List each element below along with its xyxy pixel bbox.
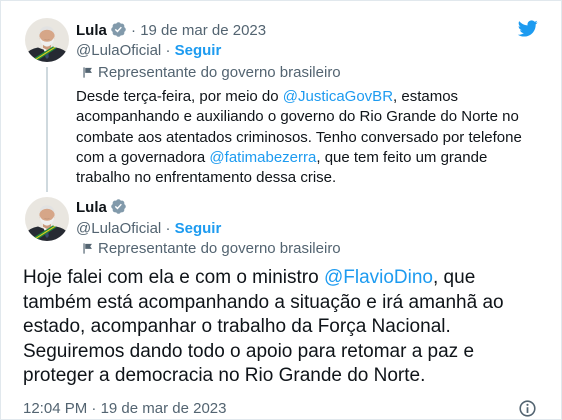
info-shape xyxy=(520,401,535,416)
verified-badge-shape xyxy=(111,22,126,37)
text-segment: , que tem feito um grande xyxy=(316,148,488,166)
tweet-text: Desde terça-feira, por meio do @JusticaG… xyxy=(76,87,522,188)
tweet-text-line: proteger a democracia no Rio Grande do N… xyxy=(23,365,426,386)
author-name[interactable]: Lula xyxy=(76,22,107,39)
text-segment: Hoje falei com ela e com o ministro xyxy=(23,267,324,288)
tweet-time[interactable]: 12:04 PM xyxy=(23,400,87,417)
tweet-embed-card: Lula · 19 de mar de 2023 @LulaOficial · … xyxy=(0,0,562,420)
tweet-text: Hoje falei com ela e com o ministro @Fla… xyxy=(23,266,504,389)
text-segment: com a governadora xyxy=(76,148,210,166)
separator: · xyxy=(165,220,171,237)
affiliation-label: Representante do governo brasileiro xyxy=(98,240,341,257)
twitter-bird-icon[interactable] xyxy=(515,18,540,39)
handle-row: @LulaOficial · Seguir xyxy=(76,219,221,239)
mention-link[interactable]: @JusticaGovBR xyxy=(283,88,393,105)
flag-shape xyxy=(83,243,92,253)
follow-button[interactable]: Seguir xyxy=(175,220,222,237)
tweet-text-line: combate aos atentados criminosos. Tenho … xyxy=(76,128,522,146)
flag-shape xyxy=(83,67,92,77)
text-segment: Desde terça-feira, por meio do xyxy=(76,88,283,105)
text-segment: , que xyxy=(433,267,476,288)
tweet-text-line: Desde terça-feira, por meio do @JusticaG… xyxy=(76,87,522,107)
tweet-text-line: também está acompanhando a situação e ir… xyxy=(23,291,504,313)
verified-badge-icon xyxy=(110,198,127,215)
tweet-date[interactable]: 19 de mar de 2023 xyxy=(101,400,227,417)
twitter-bird-icon-graphic xyxy=(517,20,538,37)
author-handle[interactable]: @LulaOficial xyxy=(76,220,161,237)
handle-row: @LulaOficial · Seguir xyxy=(76,41,221,61)
avatar-photo xyxy=(25,197,69,241)
flag-icon xyxy=(81,242,94,255)
separator: · xyxy=(91,400,97,417)
author-row: Lula xyxy=(76,198,127,218)
tweet-text-line: Hoje falei com ela e com o ministro @Fla… xyxy=(23,266,504,291)
verified-badge-icon xyxy=(110,21,127,38)
separator: · xyxy=(165,42,171,59)
tweet-text-line: com a governadora @fatimabezerra, que te… xyxy=(76,148,522,168)
author-handle[interactable]: @LulaOficial xyxy=(76,42,161,59)
affiliation-row[interactable]: Representante do governo brasileiro xyxy=(81,239,341,259)
thread-connector-line xyxy=(46,67,48,192)
affiliation-row[interactable]: Representante do governo brasileiro xyxy=(81,63,341,83)
tweet-text-line: estado, acompanhar o trabalho da Força N… xyxy=(23,316,451,337)
separator: · xyxy=(131,22,137,39)
tweet-text-line: acompanhando e auxiliando o governo do R… xyxy=(76,108,519,126)
tweet-date-link[interactable]: 19 de mar de 2023 xyxy=(140,22,266,39)
info-icon[interactable] xyxy=(518,399,537,418)
avatar[interactable] xyxy=(25,197,69,241)
mention-link[interactable]: @FlavioDino xyxy=(324,267,433,288)
tweet-timestamp[interactable]: 12:04 PM · 19 de mar de 2023 xyxy=(23,399,227,419)
tweet-text-line: trabalho no enfrentamento dessa crise. xyxy=(76,169,337,186)
avatar[interactable] xyxy=(25,18,69,62)
author-name[interactable]: Lula xyxy=(76,199,107,216)
avatar-photo xyxy=(25,18,69,62)
tweet-text-line: Seguiremos dando todo o apoio para retom… xyxy=(23,340,475,362)
flag-icon xyxy=(81,66,94,79)
affiliation-label: Representante do governo brasileiro xyxy=(98,64,341,81)
text-segment: , estamos xyxy=(393,88,459,105)
author-row: Lula · 19 de mar de 2023 xyxy=(76,21,266,41)
follow-button[interactable]: Seguir xyxy=(175,42,222,59)
mention-link[interactable]: @fatimabezerra xyxy=(209,149,316,166)
verified-badge-shape xyxy=(111,199,126,214)
